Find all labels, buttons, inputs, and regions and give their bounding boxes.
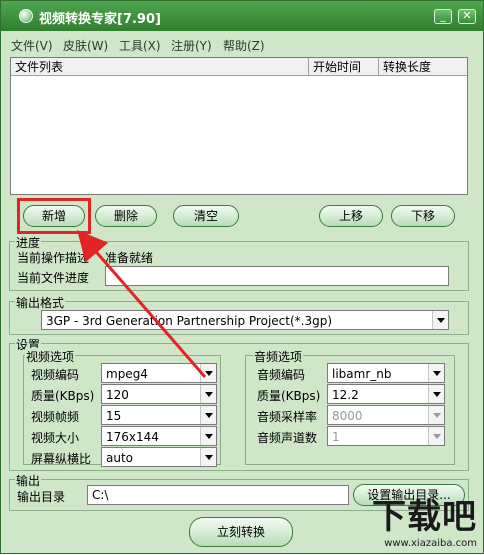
watermark-url: www.xiazaiba.com xyxy=(384,538,477,549)
watermark-logo: 下载吧 xyxy=(372,497,477,537)
app-window: 视频转换专家[7.90] _ ✕ 文件(V) 皮肤(W) 工具(X) 注册(Y)… xyxy=(0,0,484,554)
annotation-arrow xyxy=(77,229,207,378)
watermark: 下载吧 www.xiazaiba.com xyxy=(372,489,477,549)
